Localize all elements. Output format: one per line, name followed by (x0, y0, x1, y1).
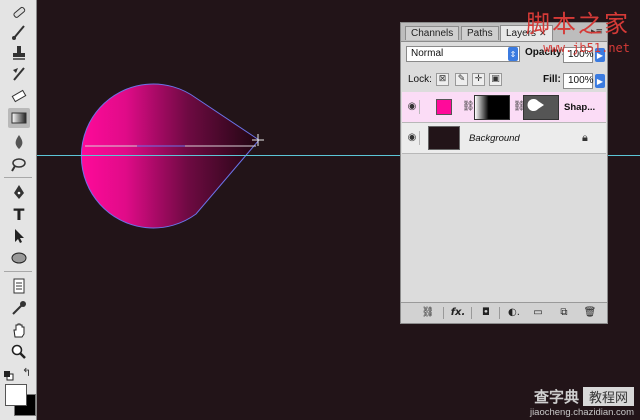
gradient-icon[interactable] (8, 108, 30, 128)
history-brush-icon[interactable] (8, 64, 30, 84)
link-layers-icon[interactable]: ⛓ (419, 306, 437, 320)
new-layer-icon[interactable]: ⧉ (555, 306, 573, 320)
pen-icon[interactable] (8, 182, 30, 202)
swap-colors-icon[interactable]: ↰ (22, 366, 31, 379)
lock-transparent-icon[interactable]: ⊠ (436, 73, 449, 86)
lock-position-icon[interactable]: ✛ (472, 73, 485, 86)
fill-slider-icon[interactable]: ▶ (595, 74, 605, 88)
fill-value: 100% (568, 75, 594, 86)
lock-label: Lock: (408, 74, 432, 85)
layer-style-icon[interactable]: fx. (449, 306, 467, 320)
vector-mask-thumbnail[interactable] (523, 95, 559, 120)
trash-icon[interactable]: 🗑︎ (581, 306, 599, 320)
default-colors-icon[interactable] (4, 368, 14, 381)
brush-icon[interactable] (8, 22, 30, 42)
blend-mode-select[interactable]: Normal (406, 46, 520, 62)
tab-channels[interactable]: Channels (405, 26, 460, 40)
watermark-bottom: 查字典 教程网 jiaocheng.chazidian.com (530, 386, 634, 418)
watermark-title: 脚本之家 (526, 10, 630, 38)
watermark-title: 查字典 (533, 389, 579, 406)
toolbox: T ↰ (0, 0, 37, 420)
ellipse-icon[interactable] (8, 248, 30, 268)
lock-all-icon[interactable]: ▣ (489, 73, 502, 86)
watermark-top: 脚本之家 www.jb51.net (526, 4, 630, 55)
type-icon[interactable]: T (8, 204, 30, 224)
new-group-icon[interactable]: ▭ (529, 306, 547, 320)
link-icon[interactable]: ⛓ (462, 101, 475, 112)
zoom-icon[interactable] (8, 342, 30, 362)
layer-name[interactable]: Background (469, 133, 520, 144)
path-select-icon[interactable] (8, 226, 30, 246)
layer-thumbnail[interactable] (428, 126, 460, 150)
watermark-url: jiaocheng.chazidian.com (529, 407, 634, 418)
blend-mode-value: Normal (411, 48, 444, 59)
lock-icon: 🔒︎ (582, 131, 588, 144)
eraser-icon[interactable] (8, 86, 30, 106)
eye-icon[interactable]: ◉ (405, 131, 420, 145)
fill-field[interactable]: 100% (563, 73, 594, 89)
blur-icon[interactable] (8, 132, 30, 152)
teardrop-shape[interactable] (80, 83, 260, 229)
fill-label: Fill: (543, 74, 561, 85)
layer-row-background[interactable]: ◉ Background 🔒︎ (402, 123, 606, 154)
layer-mask-thumbnail[interactable] (474, 95, 510, 120)
add-mask-icon[interactable]: ◘ (477, 306, 495, 320)
eye-icon[interactable]: ◉ (405, 100, 420, 114)
notes-icon[interactable] (8, 276, 30, 296)
panel-bottom-bar: ⛓ fx. ◘ ◐. ▭ ⧉ 🗑︎ (401, 302, 607, 323)
clone-stamp-icon[interactable] (8, 43, 30, 63)
watermark-url: www.jb51.net (543, 41, 630, 55)
hand-icon[interactable] (8, 320, 30, 340)
tab-label: Paths (467, 28, 493, 39)
layers-panel: Channels Paths Layers ✕ ▸≡ Normal ⇕ Opaci… (400, 22, 608, 324)
adjustment-layer-icon[interactable]: ◐. (505, 306, 523, 320)
foreground-color-swatch[interactable] (5, 384, 27, 406)
lock-image-icon[interactable]: ✎ (455, 73, 468, 86)
tab-paths[interactable]: Paths (461, 26, 499, 40)
blend-mode-dropdown-icon[interactable]: ⇕ (508, 47, 518, 61)
healing-brush-icon[interactable] (8, 2, 30, 22)
watermark-box: 教程网 (582, 387, 634, 406)
fill-color-thumbnail[interactable] (436, 99, 452, 115)
layer-name[interactable]: Shap... (564, 102, 595, 113)
dodge-icon[interactable] (8, 154, 30, 174)
layer-row-shape[interactable]: ◉ ⛓ ⛓ Shap... (402, 92, 606, 123)
eyedropper-icon[interactable] (8, 298, 30, 318)
tab-label: Channels (411, 28, 454, 39)
